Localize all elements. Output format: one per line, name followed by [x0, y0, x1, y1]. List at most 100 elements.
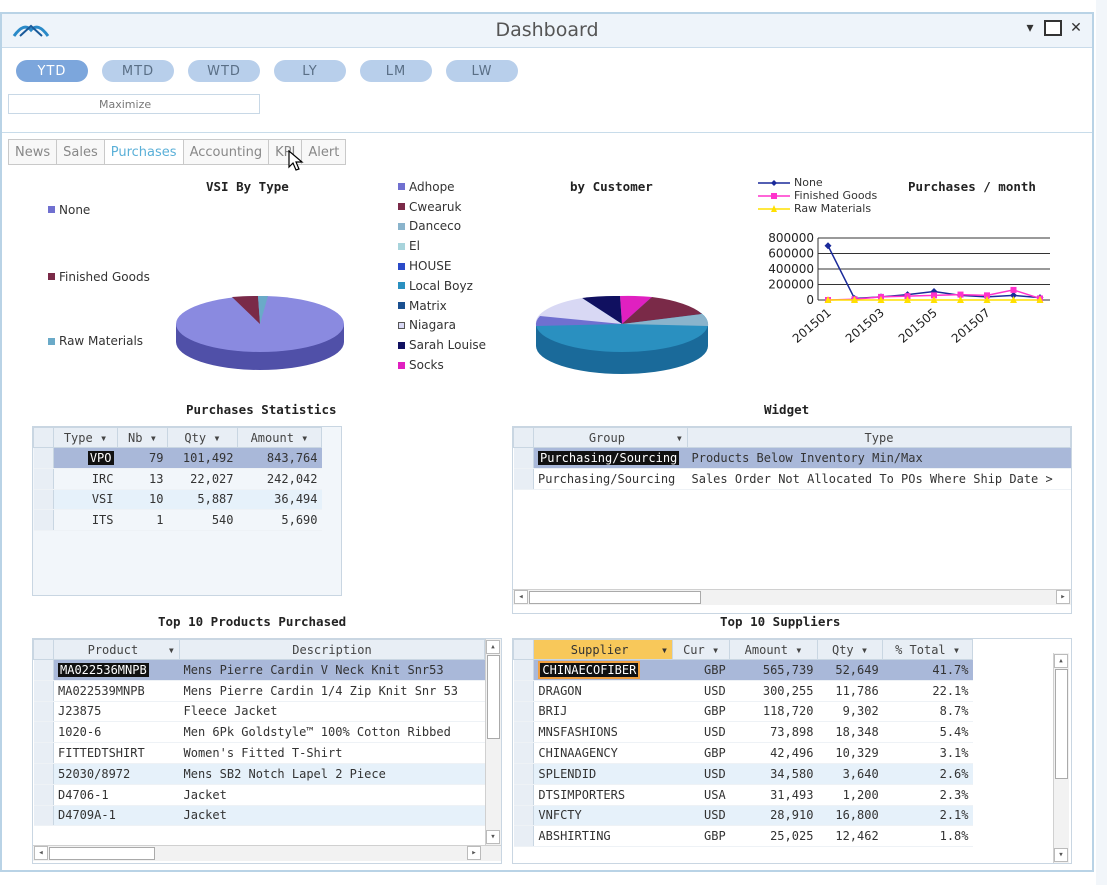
cur-cell[interactable]: USD: [672, 763, 730, 785]
table-row[interactable]: J23875 Fleece Jacket: [33, 701, 485, 723]
qty-cell[interactable]: 52,649: [817, 659, 883, 681]
amount-cell[interactable]: 28,910: [729, 805, 818, 827]
sort-dropdown-icon[interactable]: ▾: [661, 643, 668, 657]
qty-cell[interactable]: 101,492: [167, 447, 238, 469]
amount-cell[interactable]: 42,496: [729, 742, 818, 764]
description-cell[interactable]: Fleece Jacket: [179, 701, 485, 723]
percent-total-cell[interactable]: 2.1%: [882, 805, 973, 827]
qty-cell[interactable]: 540: [167, 509, 238, 532]
description-cell[interactable]: Jacket: [179, 784, 485, 806]
scroll-up-icon[interactable]: ▴: [1054, 654, 1068, 668]
period-mtd-button[interactable]: MTD: [102, 60, 174, 82]
column-header-cur[interactable]: Cur ▾: [672, 639, 731, 660]
description-cell[interactable]: Mens SB2 Notch Lapel 2 Piece: [179, 763, 485, 785]
supplier-cell[interactable]: DRAGON: [533, 680, 673, 702]
sort-dropdown-icon[interactable]: ▾: [168, 643, 175, 657]
table-row[interactable]: FITTEDTSHIRT Women's Fitted T-Shirt: [33, 742, 485, 764]
scroll-down-icon[interactable]: ▾: [1054, 848, 1068, 862]
qty-cell[interactable]: 12,462: [817, 825, 883, 848]
column-header-qty[interactable]: Qty ▾: [816, 639, 884, 660]
cur-cell[interactable]: GBP: [672, 659, 730, 681]
period-ytd-button[interactable]: YTD: [16, 60, 88, 82]
nb-cell[interactable]: 1: [117, 509, 168, 532]
period-lw-button[interactable]: LW: [446, 60, 518, 82]
amount-cell[interactable]: 5,690: [237, 509, 322, 532]
vertical-scrollbar[interactable]: ▴ ▾: [1053, 653, 1069, 863]
percent-total-cell[interactable]: 41.7%: [882, 659, 973, 681]
amount-cell[interactable]: 34,580: [729, 763, 818, 785]
supplier-cell[interactable]: BRIJ: [533, 701, 673, 723]
product-cell[interactable]: J23875: [53, 701, 180, 723]
description-cell[interactable]: Men 6Pk Goldstyle™ 100% Cotton Ribbed: [179, 721, 485, 744]
sort-dropdown-icon[interactable]: ▾: [150, 431, 157, 445]
scrollbar-thumb[interactable]: [529, 591, 701, 604]
cur-cell[interactable]: USA: [672, 784, 730, 806]
table-row[interactable]: D4709A-1 Jacket: [33, 805, 485, 827]
table-row[interactable]: ABSHIRTING GBP 25,025 12,462 1.8%: [513, 825, 973, 848]
table-row[interactable]: MA022539MNPB Mens Pierre Cardin 1/4 Zip …: [33, 680, 485, 702]
amount-cell[interactable]: 36,494: [237, 489, 322, 511]
product-cell[interactable]: MA022539MNPB: [53, 680, 180, 702]
table-row[interactable]: 52030/8972 Mens SB2 Notch Lapel 2 Piece: [33, 763, 485, 785]
type-cell[interactable]: VPO: [87, 450, 114, 465]
tab-purchases[interactable]: Purchases: [103, 139, 183, 165]
type-cell[interactable]: VSI: [53, 489, 118, 511]
sort-dropdown-icon[interactable]: ▾: [676, 431, 683, 445]
tab-alert[interactable]: Alert: [301, 139, 347, 165]
nb-cell[interactable]: 13: [117, 468, 168, 490]
cur-cell[interactable]: GBP: [672, 825, 730, 848]
amount-cell[interactable]: 25,025: [729, 825, 818, 848]
percent-total-cell[interactable]: 2.3%: [882, 784, 973, 806]
column-header-amount[interactable]: Amount ▾: [729, 639, 818, 660]
column-header-supplier[interactable]: Supplier ▾: [533, 639, 674, 660]
supplier-cell[interactable]: ABSHIRTING: [533, 825, 673, 848]
period-ly-button[interactable]: LY: [274, 60, 346, 82]
table-row[interactable]: Purchasing/Sourcing Products Below Inven…: [513, 447, 1071, 469]
nb-cell[interactable]: 10: [117, 489, 168, 511]
table-row[interactable]: Purchasing/Sourcing Sales Order Not Allo…: [513, 468, 1071, 490]
period-wtd-button[interactable]: WTD: [188, 60, 260, 82]
column-header-type[interactable]: Type ▾: [53, 427, 118, 448]
scroll-left-icon[interactable]: ◂: [514, 590, 528, 604]
qty-cell[interactable]: 22,027: [167, 468, 238, 490]
column-header-amount[interactable]: Amount ▾: [237, 427, 322, 448]
group-cell[interactable]: Purchasing/Sourcing: [538, 450, 680, 465]
scroll-down-icon[interactable]: ▾: [486, 830, 500, 844]
description-cell[interactable]: Jacket: [179, 805, 485, 827]
amount-cell[interactable]: 118,720: [729, 701, 818, 723]
minimize-icon[interactable]: ▾: [1020, 18, 1040, 38]
column-header-qty[interactable]: Qty ▾: [167, 427, 238, 448]
percent-total-cell[interactable]: 3.1%: [882, 742, 973, 764]
vertical-scrollbar[interactable]: ▴ ▾: [485, 639, 501, 845]
supplier-cell[interactable]: VNFCTY: [533, 805, 673, 827]
supplier-cell[interactable]: CHINAAGENCY: [533, 742, 673, 764]
qty-cell[interactable]: 16,800: [817, 805, 883, 827]
qty-cell[interactable]: 18,348: [817, 721, 883, 744]
qty-cell[interactable]: 1,200: [817, 784, 883, 806]
close-icon[interactable]: ✕: [1066, 18, 1086, 38]
percent-total-cell[interactable]: 8.7%: [882, 701, 973, 723]
tab-sales[interactable]: Sales: [56, 139, 104, 165]
percent-total-cell[interactable]: 5.4%: [882, 721, 973, 744]
table-row[interactable]: VPO 79 101,492 843,764: [33, 447, 322, 469]
scroll-right-icon[interactable]: ▸: [1056, 590, 1070, 604]
table-row[interactable]: VNFCTY USD 28,910 16,800 2.1%: [513, 805, 973, 827]
supplier-cell[interactable]: DTSIMPORTERS: [533, 784, 673, 806]
description-cell[interactable]: Women's Fitted T-Shirt: [179, 742, 485, 764]
description-cell[interactable]: Mens Pierre Cardin 1/4 Zip Knit Snr 53: [179, 680, 485, 702]
nb-cell[interactable]: 79: [117, 447, 168, 469]
supplier-cell[interactable]: SPLENDID: [533, 763, 673, 785]
type-cell[interactable]: Sales Order Not Allocated To POs Where S…: [687, 468, 1071, 490]
column-header-group[interactable]: Group ▾: [533, 427, 688, 448]
qty-cell[interactable]: 5,887: [167, 489, 238, 511]
scrollbar-thumb[interactable]: [1055, 669, 1068, 779]
amount-cell[interactable]: 242,042: [237, 468, 322, 490]
amount-cell[interactable]: 300,255: [729, 680, 818, 702]
qty-cell[interactable]: 10,329: [817, 742, 883, 764]
type-cell[interactable]: Products Below Inventory Min/Max: [687, 447, 1071, 469]
sort-dropdown-icon[interactable]: ▾: [795, 643, 802, 657]
horizontal-scrollbar[interactable]: ◂ ▸: [513, 589, 1071, 605]
table-row[interactable]: D4706-1 Jacket: [33, 784, 485, 806]
description-cell[interactable]: Mens Pierre Cardin V Neck Knit Snr53: [179, 659, 485, 681]
period-lm-button[interactable]: LM: [360, 60, 432, 82]
